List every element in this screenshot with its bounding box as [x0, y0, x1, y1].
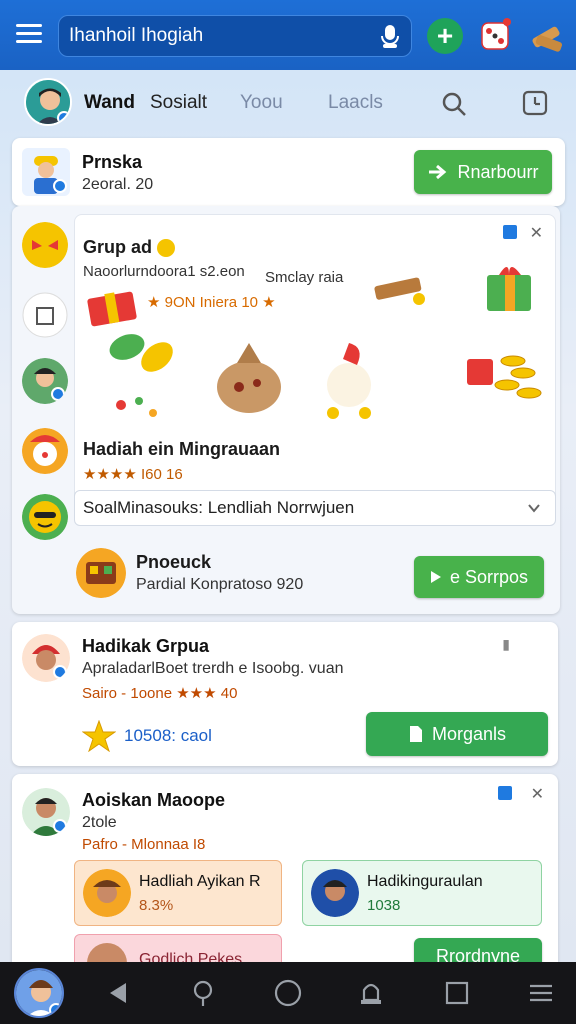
chicken-icon — [327, 343, 371, 419]
menu-icon[interactable] — [16, 24, 42, 44]
emoji-avatar[interactable] — [22, 222, 68, 268]
profile-card: Prnska 2eoral. 20 Rnarbourr — [12, 138, 565, 206]
bookmark-icon[interactable] — [22, 292, 68, 338]
reward-rating: ★★★★ I60 16 — [83, 466, 183, 483]
card-title: Aoiskan Maoope — [82, 790, 226, 810]
card-meta: Sairo - 1oone ★★★ 40 — [82, 685, 238, 702]
card-title: Hadikak Grpua — [82, 636, 210, 656]
money-bag-icon — [217, 343, 281, 413]
search-box[interactable] — [58, 15, 412, 57]
arrow-right-icon — [429, 164, 447, 180]
feed-card: Grup ad Naoorlurndoora1 s2.eon Smclay ra… — [12, 206, 560, 614]
user-avatar[interactable] — [24, 78, 72, 126]
wood-icon[interactable] — [528, 18, 566, 54]
promo-line: ★ 9ON Iniera 10 ★ — [147, 294, 276, 311]
search-icon[interactable] — [440, 90, 468, 118]
tab-wand[interactable]: Wand — [84, 92, 135, 114]
tab-sosial[interactable]: Sosialt — [150, 92, 207, 114]
person-avatar[interactable] — [22, 634, 70, 682]
button-label: e Sorrpos — [449, 566, 529, 587]
product-subtitle: Pardial Konpratoso 920 — [136, 576, 304, 593]
mini-title: Hadikinguraulan — [367, 873, 483, 890]
chevron-down-icon — [528, 504, 540, 513]
play-icon — [430, 571, 441, 583]
ad-info-icon[interactable] — [503, 225, 517, 239]
document-icon — [409, 726, 422, 742]
candy-icon — [109, 334, 173, 417]
group-title-text: Grup ad — [83, 237, 153, 257]
top-app-bar: + — [0, 0, 576, 70]
mini-subtitle: 8.3% — [139, 897, 174, 914]
button-label: Morganls — [431, 723, 507, 744]
product-icon — [76, 548, 126, 598]
coin-icon — [157, 239, 176, 258]
button-label: Rnarbourr — [457, 161, 539, 182]
star-icon — [82, 720, 116, 752]
promo-card: Aoiskan Maoope 2tole Pafro - Mlonnaa I8 … — [12, 774, 558, 974]
add-icon[interactable]: + — [427, 18, 463, 54]
more-icon[interactable]: ▮ — [502, 636, 510, 653]
star-count: 10508: caol — [124, 726, 212, 745]
menu-lines-icon[interactable] — [526, 978, 556, 1008]
gift-box-icon — [87, 291, 137, 327]
dice-icon[interactable] — [478, 17, 514, 53]
group-description: Naoorlurndoora1 s2.eon — [83, 263, 245, 280]
person-avatar[interactable] — [22, 788, 70, 836]
search-input[interactable] — [69, 25, 369, 47]
tab-loads[interactable]: Laacls — [328, 92, 383, 114]
mini-title: Hadliah Ayikan R — [139, 873, 261, 890]
profile-avatar[interactable] — [14, 968, 64, 1018]
wood-plank-icon — [374, 277, 425, 305]
card-subtitle: ApraladarlBoet trerdh e Isoobg. vuan — [82, 660, 344, 677]
message-button[interactable]: Morganls — [366, 712, 548, 756]
mini-subtitle: 1038 — [367, 897, 401, 914]
recents-icon[interactable] — [442, 978, 472, 1008]
reward-mini-card[interactable]: Hadliah Ayikan R 8.3% — [74, 860, 282, 926]
reward-title: Hadiah ein Mingrauaan — [83, 439, 281, 459]
worker-avatar — [22, 148, 70, 196]
system-nav-bar — [0, 962, 576, 1024]
category-dropdown[interactable]: SoalMinasouks: Lendliah Norrwjuen — [74, 490, 556, 526]
clown-avatar[interactable] — [22, 428, 68, 474]
reward-mini-card[interactable]: Hadikinguraulan 1038 — [302, 860, 542, 926]
assistant-icon[interactable] — [356, 978, 386, 1008]
group-card: Hadikak Grpua ApraladarlBoet trerdh e Is… — [12, 622, 558, 766]
product-title: Pnoeuck — [136, 552, 212, 572]
tab-you[interactable]: Yoou — [240, 92, 283, 114]
arrow-button[interactable]: Rnarbourr — [414, 150, 552, 194]
cool-emoji-avatar[interactable] — [22, 494, 68, 540]
location-icon[interactable] — [188, 978, 218, 1008]
group-ad-panel: Grup ad Naoorlurndoora1 s2.eon Smclay ra… — [74, 214, 556, 526]
microphone-icon[interactable] — [379, 24, 401, 50]
close-icon[interactable]: ✕ — [531, 784, 544, 804]
play-button[interactable]: e Sorrpos — [414, 556, 544, 598]
card-title: Prnska — [82, 152, 143, 172]
tab-row: Wand Sosialt Yoou Laacls — [0, 70, 576, 136]
small-label: Smclay raia — [265, 269, 344, 286]
home-icon[interactable] — [273, 978, 303, 1008]
close-icon[interactable]: ✕ — [530, 223, 543, 243]
back-icon[interactable] — [104, 978, 134, 1008]
dropdown-label: SoalMinasouks: Lendliah Norrwjuen — [83, 498, 355, 517]
gold-coins-icon — [467, 355, 542, 399]
person-avatar — [311, 869, 359, 917]
person-avatar[interactable] — [22, 358, 68, 404]
card-meta: Pafro - Mlonnaa I8 — [82, 836, 206, 853]
card-subtitle: 2tole — [82, 814, 117, 831]
group-title: Grup ad — [83, 237, 176, 258]
ad-info-icon[interactable] — [498, 786, 512, 800]
present-icon — [487, 267, 531, 311]
pirate-avatar — [83, 869, 131, 917]
card-subtitle: 2eoral. 20 — [82, 176, 154, 193]
clock-icon[interactable] — [520, 88, 550, 118]
